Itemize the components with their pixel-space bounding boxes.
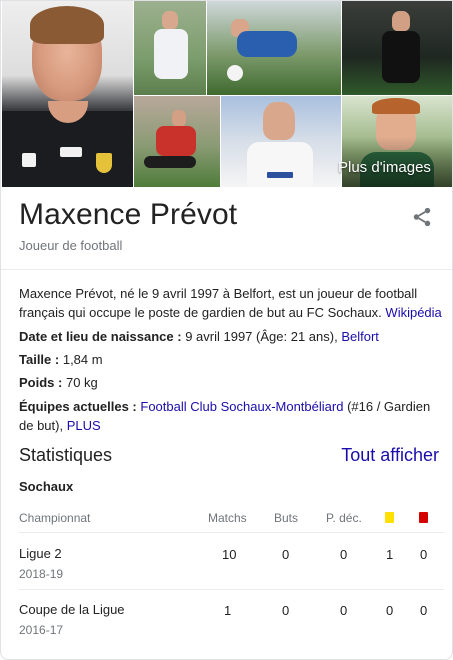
stats-team: Sochaux [19,479,74,494]
wikipedia-link[interactable]: Wikipédia [385,305,441,320]
fact-birth-value: 9 avril 1997 (Âge: 21 ans), [185,329,338,344]
fact-teams-label: Équipes actuelles : [19,399,137,414]
gallery-image-2[interactable] [134,1,206,95]
header-matches: Matchs [208,511,247,525]
red-card-icon [419,512,428,523]
yellow-card-icon [385,512,394,523]
see-all-link[interactable]: Tout afficher [341,445,439,466]
birthplace-link[interactable]: Belfort [341,329,379,344]
image-gallery: Plus d'images [1,1,452,187]
stats-title: Statistiques [19,445,113,465]
row-yellow: 0 [386,603,394,618]
row-matches: 10 [222,547,237,562]
gallery-image-3[interactable] [207,1,341,95]
description: Maxence Prévot, né le 9 avril 1997 à Bel… [19,284,444,322]
fact-birth: Date et lieu de naissance : 9 avril 1997… [19,327,444,346]
main-portrait-image[interactable] [2,1,133,187]
more-images-link[interactable]: Plus d'images [338,159,431,176]
fact-height: Taille : 1,84 m [19,350,444,369]
knowledge-panel: Plus d'images Maxence Prévot Joueur de f… [0,0,453,660]
gallery-image-6[interactable] [221,96,341,187]
share-icon[interactable] [411,206,433,228]
header-competition: Championnat [19,511,91,525]
divider [19,532,444,533]
fact-weight: Poids : 70 kg [19,373,444,392]
entity-title: Maxence Prévot [19,198,238,231]
row-competition: Ligue 2 [19,546,62,561]
more-teams-link[interactable]: PLUS [67,418,101,433]
row-competition: Coupe de la Ligue [19,602,125,617]
entity-subtitle: Joueur de football [19,238,123,253]
row-red: 0 [420,603,428,618]
row-assists: 0 [340,547,348,562]
fact-birth-label: Date et lieu de naissance : [19,329,182,344]
row-season: 2016-17 [19,623,64,637]
row-goals: 0 [282,603,290,618]
row-season: 2018-19 [19,567,64,581]
team-link[interactable]: Football Club Sochaux-Montbéliard [140,399,343,414]
gallery-image-5[interactable] [134,96,220,187]
description-text: Maxence Prévot, né le 9 avril 1997 à Bel… [19,286,418,320]
fact-teams: Équipes actuelles : Football Club Sochau… [19,397,444,435]
divider [1,269,452,270]
divider [19,589,444,590]
header-assists: P. déc. [326,511,362,525]
fact-weight-label: Poids : [19,375,63,390]
header-goals: Buts [274,511,299,525]
row-matches: 1 [224,603,232,618]
row-goals: 0 [282,547,290,562]
fact-weight-value: 70 kg [65,375,98,390]
row-red: 0 [420,547,428,562]
gallery-image-4[interactable] [342,1,452,95]
row-assists: 0 [340,603,348,618]
fact-height-label: Taille : [19,352,60,367]
row-yellow: 1 [386,547,394,562]
fact-height-value: 1,84 m [62,352,103,367]
